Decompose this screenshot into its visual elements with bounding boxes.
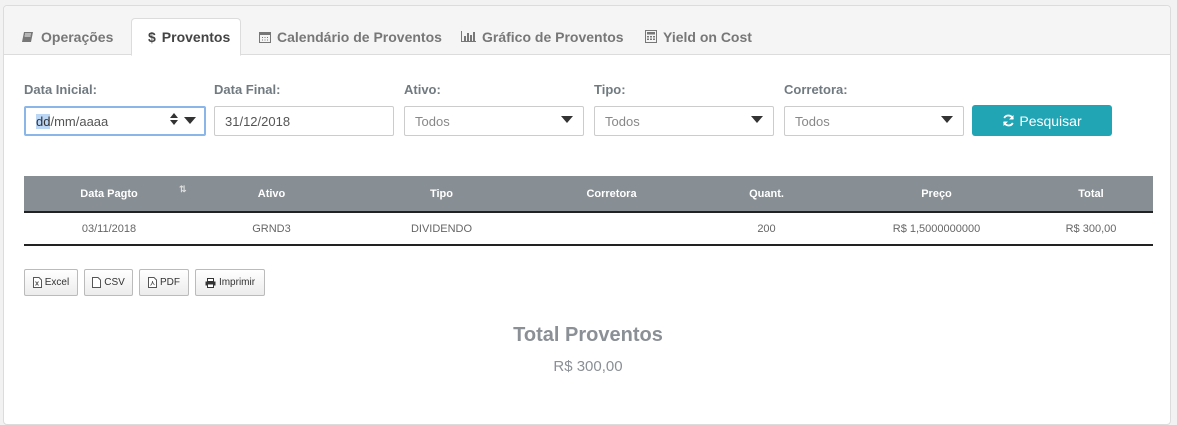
tab-proventos[interactable]: $ Proventos bbox=[131, 18, 241, 56]
book-icon bbox=[22, 31, 35, 43]
pdf-label: PDF bbox=[160, 277, 180, 288]
calendar-icon bbox=[259, 31, 271, 43]
cell-tipo: DIVIDENDO bbox=[349, 212, 534, 246]
excel-file-icon bbox=[32, 277, 42, 288]
chevron-down-icon bbox=[561, 116, 573, 123]
tab-label: Gráfico de Proventos bbox=[482, 28, 624, 45]
data-final-input[interactable]: 31/12/2018 bbox=[214, 106, 394, 136]
excel-button[interactable]: Excel bbox=[24, 269, 78, 296]
corretora-label: Corretora: bbox=[784, 82, 848, 97]
tipo-value: Todos bbox=[605, 113, 640, 129]
date-spinner[interactable] bbox=[170, 113, 178, 125]
chevron-down-icon[interactable] bbox=[184, 117, 196, 124]
cell-preco: R$ 1,5000000000 bbox=[844, 212, 1029, 246]
sort-icon[interactable]: ⇅ bbox=[179, 184, 187, 195]
total-proventos-title: Total Proventos bbox=[513, 324, 663, 346]
cell-ativo: GRND3 bbox=[194, 212, 349, 246]
bar-chart-icon bbox=[461, 31, 476, 42]
chevron-down-icon bbox=[941, 116, 953, 123]
csv-label: CSV bbox=[104, 277, 125, 288]
print-button[interactable]: Imprimir bbox=[195, 269, 265, 296]
data-inicial-input[interactable]: dd/mm/aaaa bbox=[24, 106, 206, 136]
tab-label: Proventos bbox=[161, 29, 231, 45]
pdf-button[interactable]: PDF bbox=[139, 269, 189, 296]
col-preco[interactable]: Preço bbox=[844, 176, 1029, 213]
search-button[interactable]: Pesquisar bbox=[972, 105, 1112, 136]
data-inicial-label: Data Inicial: bbox=[24, 82, 97, 97]
data-final-label: Data Final: bbox=[214, 82, 281, 97]
col-corretora[interactable]: Corretora bbox=[534, 176, 689, 213]
col-total[interactable]: Total bbox=[1029, 176, 1153, 213]
tab-bar: Operações $ Proventos Calendário de Prov… bbox=[4, 6, 1170, 56]
col-tipo[interactable]: Tipo bbox=[349, 176, 534, 213]
tab-label: Yield on Cost bbox=[663, 28, 752, 45]
tab-label: Operações bbox=[41, 28, 114, 45]
date-rest-segment: /mm/aaaa bbox=[50, 113, 109, 129]
print-label: Imprimir bbox=[218, 277, 256, 288]
proventos-table: Data Pagto ⇅ Ativo Tipo Corretora Quant. … bbox=[24, 176, 1153, 246]
data-final-value: 31/12/2018 bbox=[225, 113, 291, 129]
proventos-panel: Operações $ Proventos Calendário de Prov… bbox=[3, 5, 1171, 425]
tab-operacoes[interactable]: Operações bbox=[22, 18, 113, 55]
pdf-file-icon bbox=[148, 277, 157, 288]
tab-yield-on-cost[interactable]: Yield on Cost bbox=[645, 18, 752, 55]
refresh-icon bbox=[1003, 114, 1015, 127]
printer-icon bbox=[205, 277, 216, 288]
tipo-label: Tipo: bbox=[594, 82, 626, 97]
dollar-icon: $ bbox=[148, 29, 156, 45]
col-ativo[interactable]: Ativo bbox=[194, 176, 349, 213]
excel-label: Excel bbox=[44, 277, 70, 288]
csv-button[interactable]: CSV bbox=[84, 269, 133, 296]
tab-calendario-proventos[interactable]: Calendário de Proventos bbox=[259, 18, 442, 55]
tab-label: Calendário de Proventos bbox=[277, 28, 442, 45]
search-button-label: Pesquisar bbox=[1019, 112, 1082, 129]
cell-total: R$ 300,00 bbox=[1029, 212, 1153, 246]
chevron-down-icon bbox=[751, 116, 763, 123]
file-icon bbox=[92, 277, 102, 288]
ativo-select[interactable]: Todos bbox=[404, 106, 584, 136]
tipo-select[interactable]: Todos bbox=[594, 106, 774, 136]
ativo-value: Todos bbox=[415, 113, 450, 129]
col-quant[interactable]: Quant. bbox=[689, 176, 844, 213]
corretora-select[interactable]: Todos bbox=[784, 106, 964, 136]
cell-quant: 200 bbox=[689, 212, 844, 246]
ativo-label: Ativo: bbox=[404, 82, 441, 97]
tab-grafico-proventos[interactable]: Gráfico de Proventos bbox=[461, 18, 624, 55]
col-data-pagto[interactable]: Data Pagto ⇅ bbox=[24, 176, 194, 213]
cell-data-pagto: 03/11/2018 bbox=[24, 212, 194, 246]
total-proventos-value: R$ 300,00 bbox=[553, 358, 623, 375]
cell-corretora bbox=[534, 212, 689, 246]
table-row: 03/11/2018 GRND3 DIVIDENDO 200 R$ 1,5000… bbox=[24, 212, 1153, 246]
date-day-segment: dd bbox=[36, 113, 51, 129]
table-header-row: Data Pagto ⇅ Ativo Tipo Corretora Quant. … bbox=[24, 176, 1153, 213]
corretora-value: Todos bbox=[795, 113, 830, 129]
calculator-icon bbox=[645, 30, 657, 43]
